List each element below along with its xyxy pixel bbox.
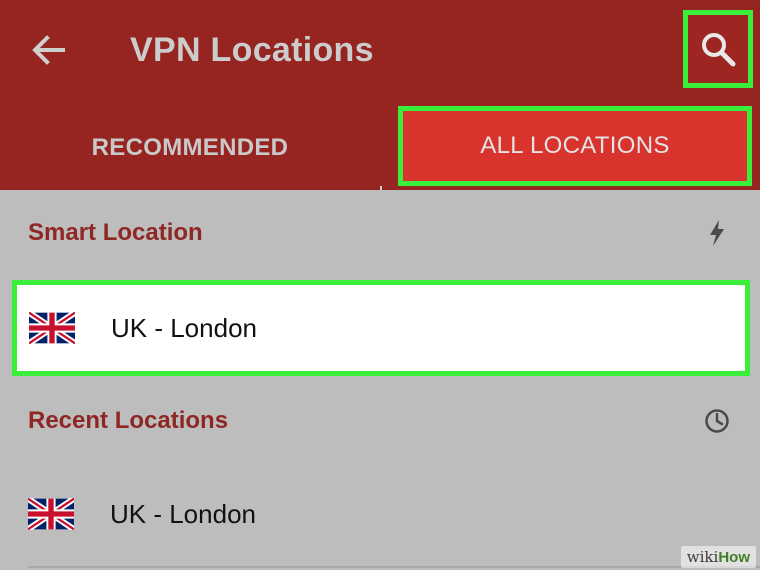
arrow-left-icon <box>32 35 65 65</box>
uk-flag-icon <box>29 312 75 344</box>
recent-locations-title: Recent Locations <box>28 407 229 434</box>
tab-recommended[interactable]: RECOMMENDED <box>0 106 380 190</box>
tab-all-locations[interactable]: ALL LOCATIONS <box>398 106 752 186</box>
lightning-bolt-icon <box>702 218 732 248</box>
search-button[interactable] <box>683 10 753 88</box>
search-icon <box>702 33 736 67</box>
page-title: VPN Locations <box>130 31 374 69</box>
back-button[interactable] <box>22 26 74 74</box>
smart-location-header: Smart Location <box>0 190 760 276</box>
clock-icon <box>702 406 732 436</box>
location-label: UK - London <box>110 499 256 529</box>
app-bar: VPN Locations <box>0 0 760 106</box>
list-divider <box>28 566 760 568</box>
location-tabs: RECOMMENDED ALL LOCATIONS <box>0 106 760 190</box>
smart-location-item[interactable]: UK - London <box>12 280 750 376</box>
uk-flag-icon <box>28 498 74 530</box>
smart-location-title: Smart Location <box>28 219 203 246</box>
watermark-prefix: wiki <box>686 548 719 566</box>
recent-location-item[interactable]: UK - London <box>0 466 760 562</box>
wikihow-watermark: wikiHow <box>680 546 756 568</box>
watermark-suffix: How <box>718 549 750 566</box>
location-label: UK - London <box>111 313 257 343</box>
recent-locations-header: Recent Locations <box>0 378 760 464</box>
